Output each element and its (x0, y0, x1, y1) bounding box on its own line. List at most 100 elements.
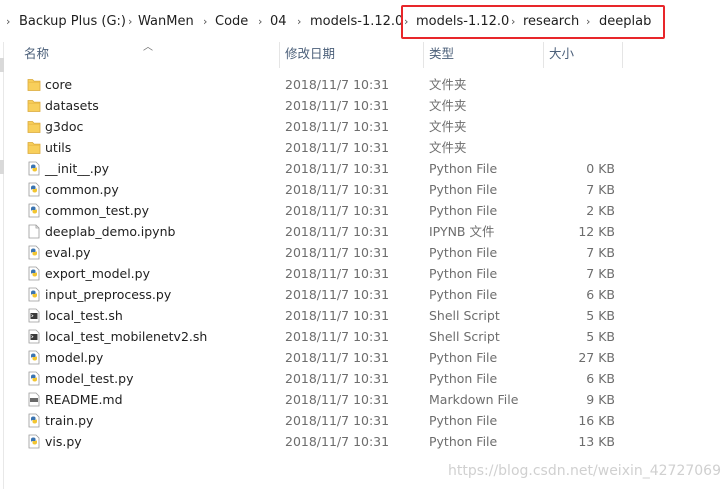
breadcrumb-item-models-outer[interactable]: models-1.12.0 (310, 13, 403, 31)
file-row[interactable]: input_preprocess.py 2018/11/7 10:31 Python… (0, 284, 727, 305)
chevron-right-icon[interactable]: › (6, 13, 10, 31)
file-name: core (45, 77, 73, 92)
file-name: utils (45, 140, 72, 155)
breadcrumb-item-04[interactable]: 04 (270, 13, 287, 31)
file-row[interactable]: local_test_mobilenetv2.sh 2018/11/7 10:31… (0, 326, 727, 347)
file-type: Shell Script (429, 329, 500, 344)
file-row[interactable]: vis.py 2018/11/7 10:31 Python File 13 KB (0, 431, 727, 452)
shell-script-icon (27, 308, 41, 323)
chevron-right-icon[interactable]: › (128, 13, 132, 31)
file-row[interactable]: model.py 2018/11/7 10:31 Python File 27 KB (0, 347, 727, 368)
file-row[interactable]: model_test.py 2018/11/7 10:31 Python File 6… (0, 368, 727, 389)
file-modified-date: 2018/11/7 10:31 (285, 308, 390, 323)
file-name: vis.py (45, 434, 82, 449)
breadcrumb-item-code[interactable]: Code (215, 13, 248, 31)
file-modified-date: 2018/11/7 10:31 (285, 119, 390, 134)
file-type: Markdown File (429, 392, 519, 407)
file-type: 文件夹 (429, 140, 467, 155)
python-file-icon (27, 413, 41, 428)
folder-icon (27, 140, 41, 155)
python-file-icon (27, 371, 41, 386)
chevron-right-icon[interactable]: › (258, 13, 262, 31)
address-bar-breadcrumb: › Backup Plus (G:) › WanMen › Code › 04 … (0, 0, 727, 42)
file-size: 12 KB (578, 224, 615, 239)
file-row[interactable]: datasets 2018/11/7 10:31 文件夹 (0, 95, 727, 116)
column-header-type[interactable]: 类型 (429, 42, 454, 66)
file-size: 2 KB (586, 203, 615, 218)
left-pane-marker (0, 58, 4, 72)
markdown-file-icon (27, 392, 41, 407)
file-modified-date: 2018/11/7 10:31 (285, 287, 390, 302)
file-name: __init__.py (45, 161, 110, 176)
python-file-icon (27, 203, 41, 218)
column-header-modified[interactable]: 修改日期 (285, 42, 335, 66)
chevron-right-icon[interactable]: › (297, 13, 301, 31)
file-size: 13 KB (578, 434, 615, 449)
watermark-text: https://blog.csdn.net/weixin_42727069 (447, 463, 721, 479)
python-file-icon (27, 182, 41, 197)
file-row[interactable]: common.py 2018/11/7 10:31 Python File 7 KB (0, 179, 727, 200)
column-divider[interactable] (543, 42, 544, 68)
file-row[interactable]: core 2018/11/7 10:31 文件夹 (0, 74, 727, 95)
file-row[interactable]: export_model.py 2018/11/7 10:31 Python Fil… (0, 263, 727, 284)
file-type: 文件夹 (429, 119, 467, 134)
file-type: Python File (429, 350, 498, 365)
file-type: Shell Script (429, 308, 500, 323)
file-size: 6 KB (586, 287, 615, 302)
file-type: Python File (429, 413, 498, 428)
file-row[interactable]: README.md 2018/11/7 10:31 Markdown File 9 K… (0, 389, 727, 410)
column-divider[interactable] (423, 42, 424, 68)
file-row[interactable]: deeplab_demo.ipynb 2018/11/7 10:31 IPYNB 文… (0, 221, 727, 242)
file-modified-date: 2018/11/7 10:31 (285, 161, 390, 176)
blank-file-icon (27, 224, 41, 239)
python-file-icon (27, 245, 41, 260)
folder-icon (27, 119, 41, 134)
python-file-icon (27, 287, 41, 302)
file-size: 9 KB (586, 392, 615, 407)
file-size: 6 KB (586, 371, 615, 386)
breadcrumb-item-wanmen[interactable]: WanMen (138, 13, 194, 31)
file-modified-date: 2018/11/7 10:31 (285, 350, 390, 365)
column-header-name[interactable]: 名称 (24, 42, 49, 66)
file-type: Python File (429, 245, 498, 260)
file-row[interactable]: g3doc 2018/11/7 10:31 文件夹 (0, 116, 727, 137)
file-name: deeplab_demo.ipynb (45, 224, 176, 239)
chevron-right-icon[interactable]: › (203, 13, 207, 31)
file-name: README.md (45, 392, 123, 407)
file-modified-date: 2018/11/7 10:31 (285, 98, 390, 113)
file-modified-date: 2018/11/7 10:31 (285, 77, 390, 92)
column-divider[interactable] (279, 42, 280, 68)
file-modified-date: 2018/11/7 10:31 (285, 140, 390, 155)
file-name: export_model.py (45, 266, 150, 281)
file-name: common.py (45, 182, 119, 197)
file-row[interactable]: __init__.py 2018/11/7 10:31 Python File 0 K… (0, 158, 727, 179)
folder-icon (27, 77, 41, 92)
file-row[interactable]: train.py 2018/11/7 10:31 Python File 16 KB (0, 410, 727, 431)
file-modified-date: 2018/11/7 10:31 (285, 434, 390, 449)
column-header-size[interactable]: 大小 (549, 42, 574, 66)
python-file-icon (27, 161, 41, 176)
file-type: Python File (429, 161, 498, 176)
file-size: 7 KB (586, 182, 615, 197)
folder-icon (27, 98, 41, 113)
file-modified-date: 2018/11/7 10:31 (285, 224, 390, 239)
column-header-row: ︿ 名称 修改日期 类型 大小 (0, 42, 727, 68)
file-name: model.py (45, 350, 104, 365)
column-divider[interactable] (622, 42, 623, 68)
file-size: 0 KB (586, 161, 615, 176)
file-row[interactable]: eval.py 2018/11/7 10:31 Python File 7 KB (0, 242, 727, 263)
file-name: model_test.py (45, 371, 134, 386)
file-modified-date: 2018/11/7 10:31 (285, 392, 390, 407)
breadcrumb-item-drive[interactable]: Backup Plus (G:) (19, 13, 126, 31)
file-modified-date: 2018/11/7 10:31 (285, 413, 390, 428)
file-size: 5 KB (586, 308, 615, 323)
file-modified-date: 2018/11/7 10:31 (285, 203, 390, 218)
sort-ascending-icon: ︿ (143, 42, 153, 53)
file-type: Python File (429, 203, 498, 218)
file-row[interactable]: utils 2018/11/7 10:31 文件夹 (0, 137, 727, 158)
file-type: Python File (429, 371, 498, 386)
file-name: common_test.py (45, 203, 150, 218)
file-modified-date: 2018/11/7 10:31 (285, 266, 390, 281)
file-row[interactable]: common_test.py 2018/11/7 10:31 Python File… (0, 200, 727, 221)
file-row[interactable]: local_test.sh 2018/11/7 10:31 Shell Script… (0, 305, 727, 326)
